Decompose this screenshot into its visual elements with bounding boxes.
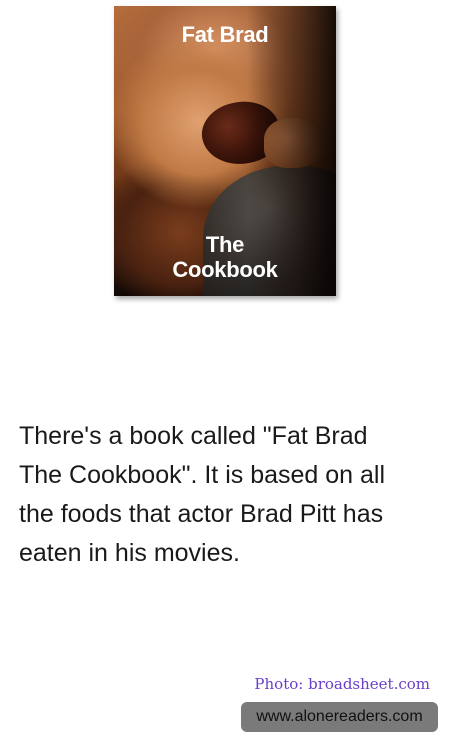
- fact-line-3: the foods that actor Brad Pitt has: [19, 500, 384, 528]
- fact-caption: There's a book called "Fat Brad The Cook…: [19, 417, 429, 573]
- book-subtitle-line-2: Cookbook: [172, 257, 278, 282]
- book-subtitle: The Cookbook: [114, 232, 336, 282]
- fact-line-4: eaten in his movies.: [19, 539, 240, 567]
- fact-line-1: There's a book called "Fat Brad: [19, 422, 368, 450]
- fact-line-2: The Cookbook". It is based on all: [19, 461, 386, 489]
- book-title: Fat Brad: [181, 22, 269, 47]
- book-subtitle-line-1: The: [205, 232, 245, 257]
- source-badge: www.alonereaders.com: [241, 702, 438, 732]
- photo-credit: Photo: broadsheet.com: [254, 675, 430, 693]
- book-cover-image: Fat Brad The Cookbook: [114, 6, 336, 296]
